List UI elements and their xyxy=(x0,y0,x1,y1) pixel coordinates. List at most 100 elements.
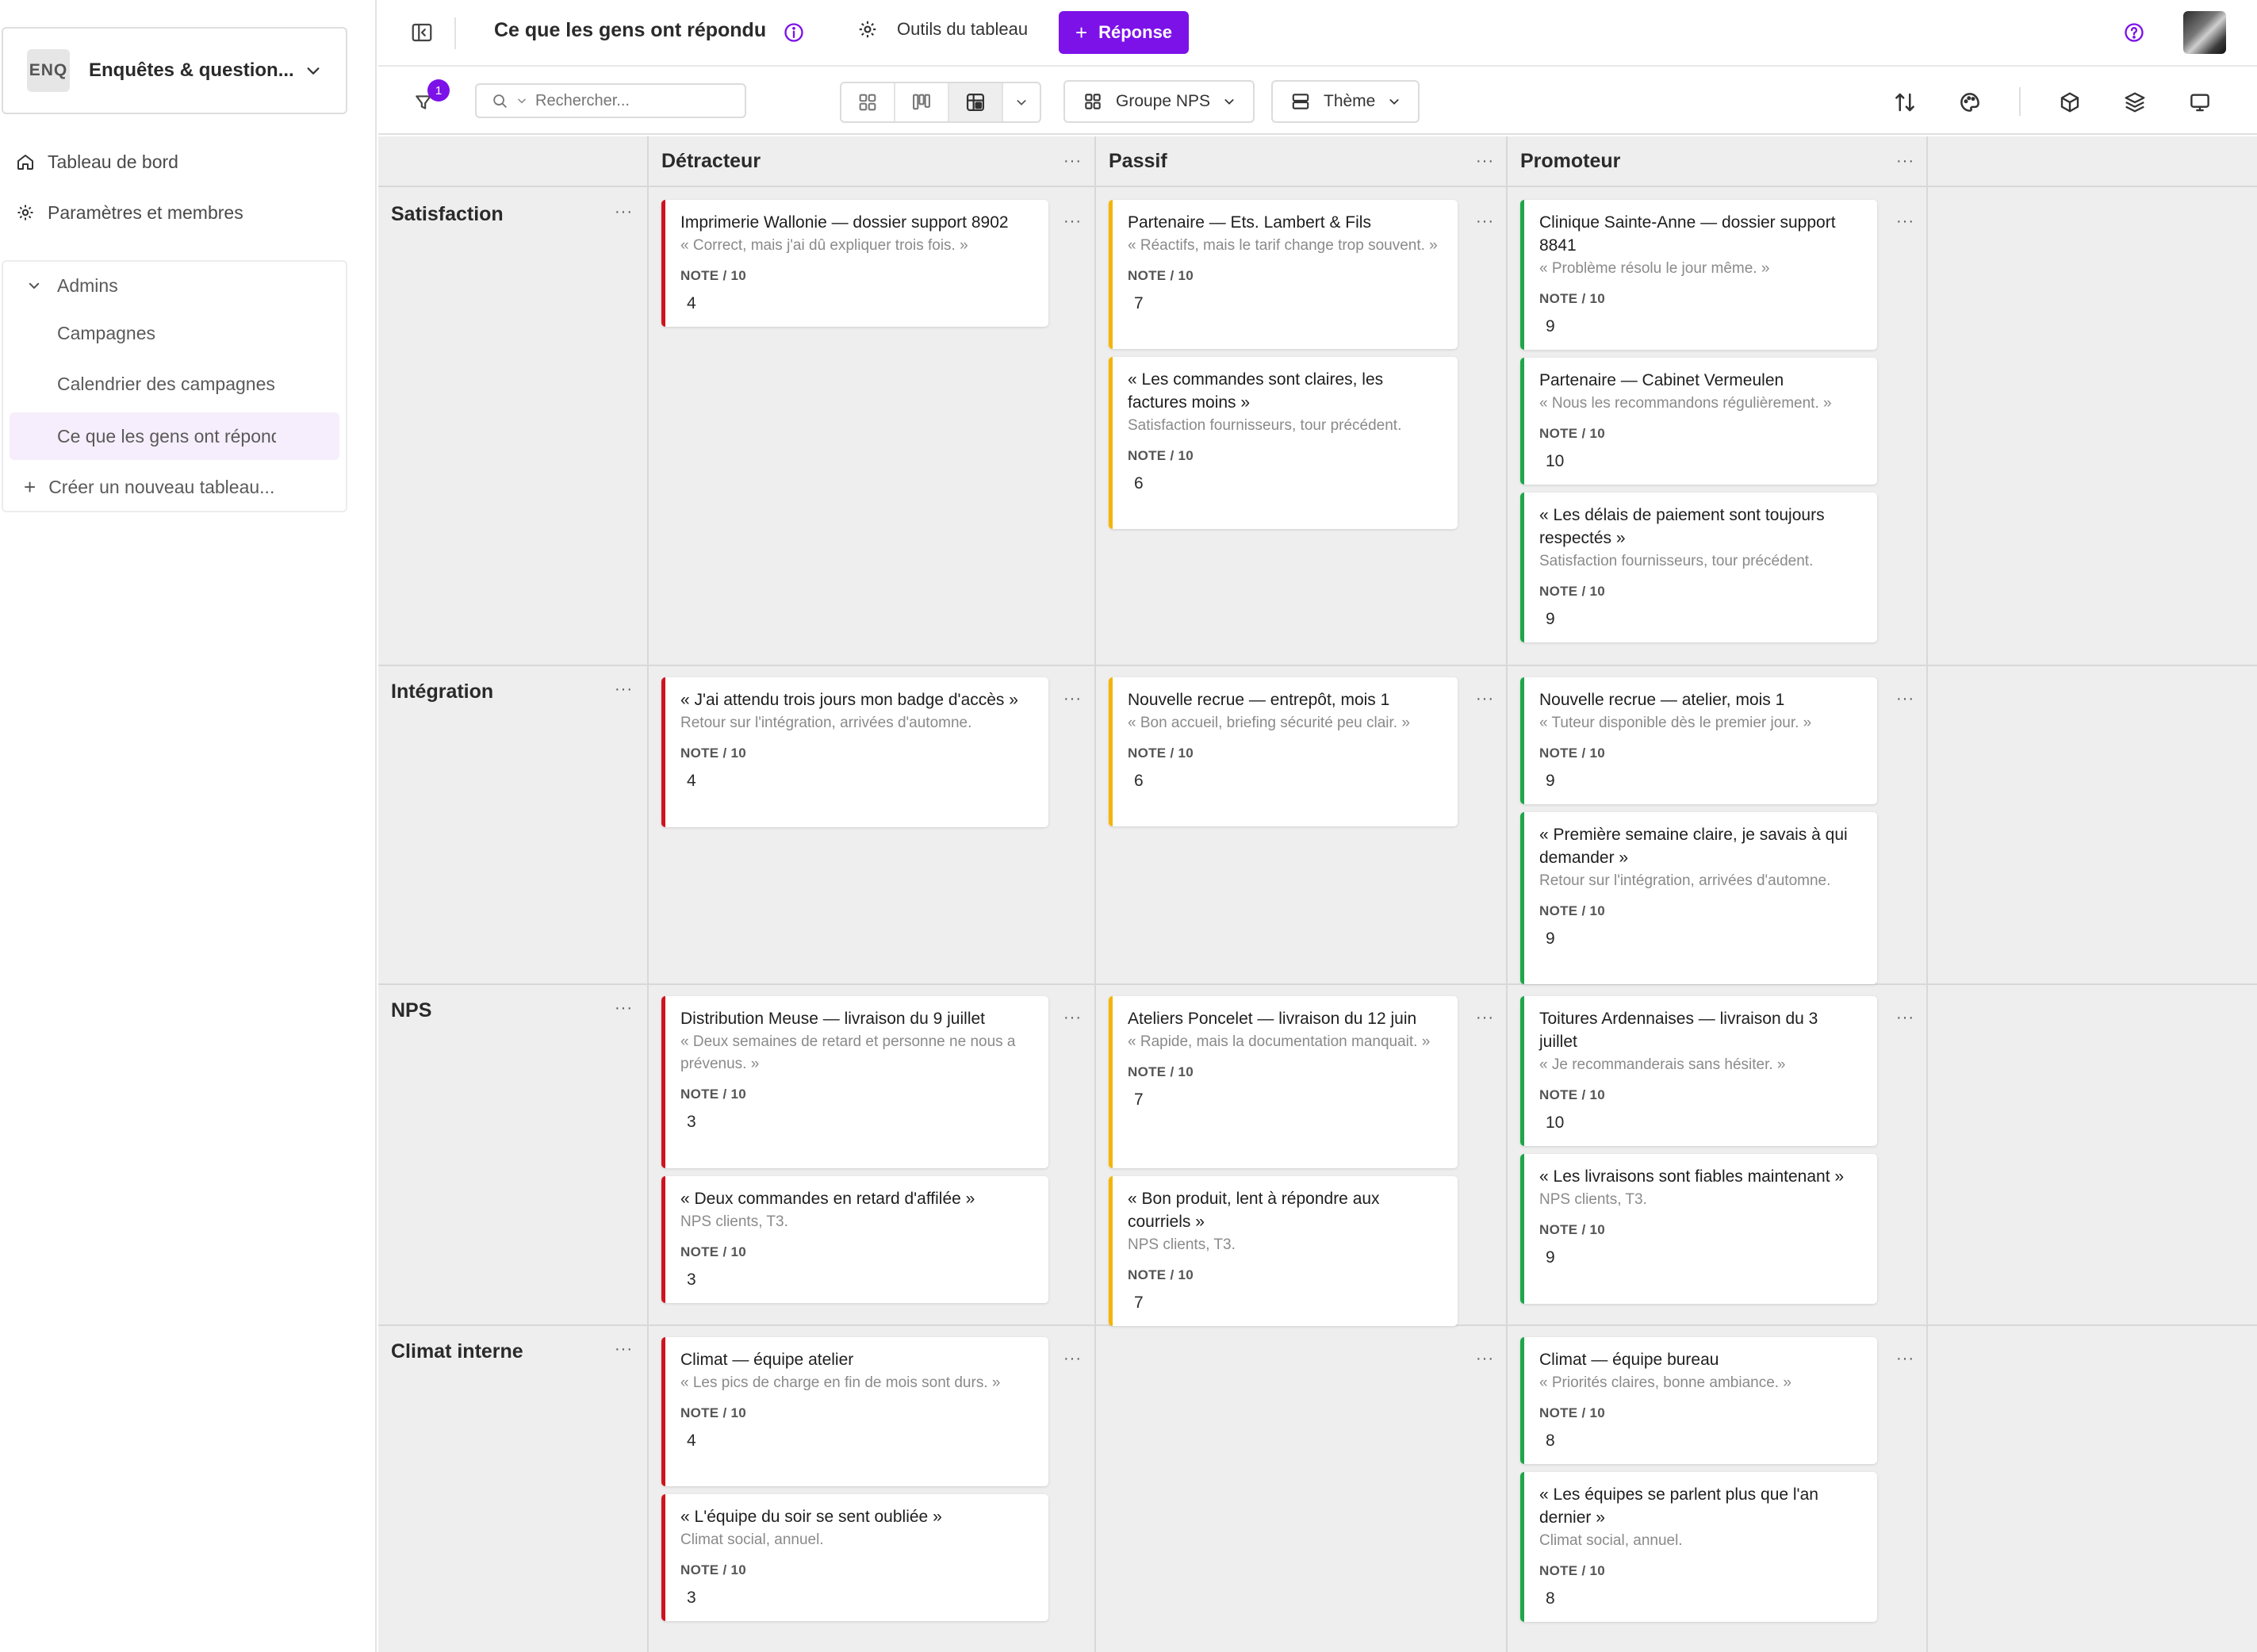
new-response-label: Réponse xyxy=(1098,22,1173,42)
row-label: Satisfaction xyxy=(391,203,504,225)
cell-menu-button[interactable]: ··· xyxy=(1896,1351,1914,1366)
card-title: « L'équipe du soir se sent oubliée » xyxy=(680,1508,942,1526)
view-matrix-button[interactable] xyxy=(949,83,1003,121)
cube-icon[interactable] xyxy=(2058,90,2082,114)
plus-icon: + xyxy=(1075,20,1088,44)
column-divider xyxy=(1094,136,1096,1652)
response-card[interactable]: « Les équipes se parlent plus que l'an d… xyxy=(1520,1472,1877,1622)
response-card[interactable]: Toitures Ardennaises — livraison du 3 ju… xyxy=(1520,996,1877,1146)
group-by-nps-button[interactable]: Groupe NPS xyxy=(1063,80,1255,123)
sidebar-item-responses[interactable]: Ce que les gens ont répondu xyxy=(57,420,276,452)
row-menu-button[interactable]: ··· xyxy=(615,1000,633,1016)
cell-menu-button[interactable]: ··· xyxy=(1063,691,1082,707)
response-card[interactable]: Climat — équipe atelier « Les pics de cha… xyxy=(661,1337,1048,1486)
collapse-sidebar-icon[interactable] xyxy=(410,21,434,44)
monitor-icon[interactable] xyxy=(2188,90,2212,114)
response-card[interactable]: « Bon produit, lent à répondre aux courr… xyxy=(1109,1176,1458,1326)
sidebar: ENQ Enquêtes & question... Tableau de bo… xyxy=(0,0,377,1652)
column-header-detracteur[interactable]: Détracteur xyxy=(649,136,1094,187)
nav-settings[interactable]: Paramètres et membres xyxy=(16,197,243,228)
view-kanban-button[interactable] xyxy=(895,83,949,121)
card-score-value: 9 xyxy=(1546,772,1555,790)
response-card[interactable]: « Les délais de paiement sont toujours r… xyxy=(1520,493,1877,642)
cell-menu-button[interactable]: ··· xyxy=(1063,1010,1082,1025)
response-card[interactable]: Nouvelle recrue — entrepôt, mois 1 « Bon … xyxy=(1109,677,1458,826)
response-card[interactable]: « J'ai attendu trois jours mon badge d'a… xyxy=(661,677,1048,827)
info-icon[interactable] xyxy=(783,21,805,44)
create-board-label: Créer un nouveau tableau... xyxy=(48,476,275,497)
cell-menu-button[interactable]: ··· xyxy=(1896,213,1914,229)
board-tools-button[interactable]: Outils du tableau xyxy=(857,19,1028,40)
response-card[interactable]: « Les commandes sont claires, les factur… xyxy=(1109,357,1458,529)
row-label: Intégration xyxy=(391,680,494,703)
column-menu-button[interactable]: ··· xyxy=(1896,153,1914,169)
admins-group-toggle[interactable]: Admins xyxy=(27,270,118,301)
avatar[interactable] xyxy=(2183,11,2226,54)
layers-icon[interactable] xyxy=(2123,90,2147,114)
card-subtitle: Satisfaction fournisseurs, tour précéden… xyxy=(1539,553,1814,569)
card-subtitle: « Correct, mais j'ai dû expliquer trois … xyxy=(680,237,968,254)
board-toolbar: 1 Groupe NPS Thème xyxy=(378,68,2257,135)
card-title: Nouvelle recrue — entrepôt, mois 1 xyxy=(1128,691,1390,709)
card-subtitle: « Tuteur disponible dès le premier jour.… xyxy=(1539,715,1812,731)
new-response-button[interactable]: + Réponse xyxy=(1059,11,1189,54)
response-card[interactable]: Nouvelle recrue — atelier, mois 1 « Tuteu… xyxy=(1520,677,1877,804)
chevron-down-icon xyxy=(518,98,526,104)
card-score-value: 10 xyxy=(1546,1113,1565,1132)
response-card[interactable]: Climat — équipe bureau « Priorités claire… xyxy=(1520,1337,1877,1464)
response-card[interactable]: Imprimerie Wallonie — dossier support 89… xyxy=(661,200,1048,327)
chevron-down-icon xyxy=(1017,100,1026,105)
column-menu-button[interactable]: ··· xyxy=(1063,153,1082,169)
row-menu-button[interactable]: ··· xyxy=(615,681,633,697)
response-card[interactable]: Distribution Meuse — livraison du 9 juil… xyxy=(661,996,1048,1168)
response-card[interactable]: Partenaire — Ets. Lambert & Fils « Réacti… xyxy=(1109,200,1458,349)
nav-dashboard[interactable]: Tableau de bord xyxy=(16,146,178,178)
help-icon[interactable] xyxy=(2123,21,2145,44)
nav-dashboard-label: Tableau de bord xyxy=(48,151,178,172)
workspace-switcher[interactable]: ENQ Enquêtes & question... xyxy=(2,27,347,114)
response-card[interactable]: « L'équipe du soir se sent oubliée » Clim… xyxy=(661,1494,1048,1621)
search-box[interactable] xyxy=(475,83,746,118)
response-card[interactable]: « Les livraisons sont fiables maintenant… xyxy=(1520,1154,1877,1304)
cell-menu-button[interactable]: ··· xyxy=(1063,213,1082,229)
cell-menu-button[interactable]: ··· xyxy=(1896,1010,1914,1025)
response-card[interactable]: « Deux commandes en retard d'affilée » NP… xyxy=(661,1176,1048,1303)
sort-icon[interactable] xyxy=(1893,90,1917,114)
cell-menu-button[interactable]: ··· xyxy=(1896,691,1914,707)
create-board-button[interactable]: + Créer un nouveau tableau... xyxy=(24,471,274,503)
board-tools-label: Outils du tableau xyxy=(897,19,1029,39)
column-header-promoteur[interactable]: Promoteur xyxy=(1508,136,1926,187)
palette-icon[interactable] xyxy=(1958,90,1982,114)
group-by-theme-button[interactable]: Thème xyxy=(1271,80,1420,123)
sidebar-item-campaigns[interactable]: Campagnes xyxy=(57,317,155,349)
row-menu-button[interactable]: ··· xyxy=(615,1341,633,1357)
chevron-down-icon xyxy=(307,67,320,75)
card-title: Climat — équipe atelier xyxy=(680,1351,854,1369)
cell-menu-button[interactable]: ··· xyxy=(1476,691,1494,707)
top-bar: Ce que les gens ont répondu Outils du ta… xyxy=(378,0,2257,67)
view-grid-button[interactable] xyxy=(841,83,895,121)
card-subtitle: Climat social, annuel. xyxy=(1539,1532,1683,1549)
response-card[interactable]: Clinique Sainte-Anne — dossier support 8… xyxy=(1520,200,1877,350)
response-card[interactable]: « Première semaine claire, je savais à q… xyxy=(1520,812,1877,984)
column-divider xyxy=(1926,136,1928,1652)
card-field-label: NOTE / 10 xyxy=(1128,1064,1194,1079)
toolbar-divider xyxy=(2019,87,2021,116)
row-menu-button[interactable]: ··· xyxy=(615,204,633,220)
search-input[interactable] xyxy=(535,91,694,110)
response-card[interactable]: Ateliers Poncelet — livraison du 12 juin… xyxy=(1109,996,1458,1168)
cell-menu-button[interactable]: ··· xyxy=(1476,1351,1494,1366)
cell-menu-button[interactable]: ··· xyxy=(1476,1010,1494,1025)
cell-menu-button[interactable]: ··· xyxy=(1063,1351,1082,1366)
column-menu-button[interactable]: ··· xyxy=(1476,153,1494,169)
card-field-label: NOTE / 10 xyxy=(1539,291,1606,306)
cell-menu-button[interactable]: ··· xyxy=(1476,213,1494,229)
card-field-label: NOTE / 10 xyxy=(680,746,747,761)
chevron-down-icon xyxy=(29,282,40,289)
row-divider xyxy=(378,665,2257,666)
column-header-passif[interactable]: Passif xyxy=(1096,136,1506,187)
view-dropdown-button[interactable] xyxy=(1003,83,1040,121)
card-score-value: 10 xyxy=(1546,452,1565,470)
response-card[interactable]: Partenaire — Cabinet Vermeulen « Nous les… xyxy=(1520,358,1877,485)
sidebar-item-calendar[interactable]: Calendrier des campagnes xyxy=(57,368,275,400)
